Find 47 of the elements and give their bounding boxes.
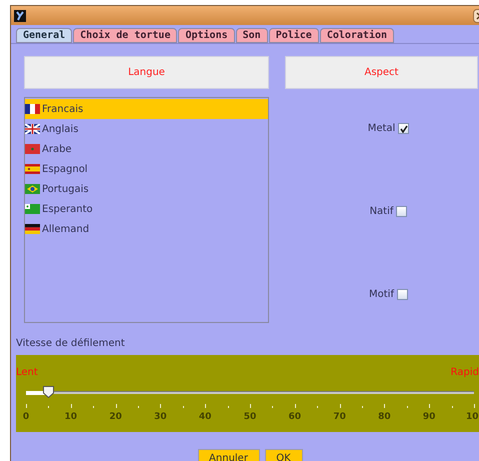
tab[interactable]: Police [268, 28, 319, 43]
tick-label: 90 [422, 411, 436, 424]
flag-icon [25, 204, 40, 214]
tab[interactable]: Options [178, 28, 235, 43]
checkbox[interactable] [396, 206, 408, 217]
speed-label: Vitesse de défilement [16, 337, 125, 351]
min-label: Lent [16, 366, 38, 380]
tick-label: 50 [244, 411, 256, 424]
max-label: Rapid [450, 366, 479, 380]
option-label: Natif [370, 205, 394, 219]
tab[interactable]: Choix de tortue [73, 28, 178, 43]
language-item[interactable]: Allemand [25, 219, 268, 239]
flag-icon [25, 144, 40, 154]
flag-icon [25, 184, 40, 194]
tab[interactable]: Son [236, 28, 268, 43]
app-logo-icon [14, 10, 26, 22]
language-item[interactable]: Francais [25, 99, 268, 119]
tab[interactable]: Coloration [320, 28, 394, 43]
tick-label: 30 [154, 411, 167, 424]
language-item[interactable]: Arabe [25, 139, 268, 159]
tick-label: 80 [378, 411, 391, 424]
tab[interactable]: General [16, 28, 72, 43]
checkbox[interactable] [398, 123, 410, 134]
slider-thumb[interactable] [43, 386, 54, 398]
flag-icon [25, 124, 40, 134]
option-label: Metal [368, 122, 396, 136]
language-item[interactable]: Anglais [25, 119, 268, 139]
language-header: Langue [24, 56, 269, 89]
language-item[interactable]: Portugais [25, 179, 268, 199]
language-item[interactable]: Esperanto [25, 199, 268, 219]
tick-label: 40 [198, 411, 212, 424]
tick-label: 70 [333, 411, 346, 424]
dialog-button[interactable]: Annuler [198, 449, 260, 461]
tick-label: 10 [466, 411, 479, 424]
option-label: Motif [369, 288, 394, 302]
flag-icon [25, 224, 40, 234]
dialog-button[interactable]: OK [264, 449, 302, 461]
flag-icon [25, 104, 40, 114]
tick-label: 20 [109, 411, 122, 424]
tick-label: 60 [288, 411, 302, 424]
tick-label: 0 [22, 411, 30, 424]
check-icon [400, 124, 408, 132]
language-item[interactable]: Espagnol [25, 159, 268, 179]
flag-icon [25, 164, 40, 174]
aspect-header: Aspect [285, 56, 478, 89]
tick-label: 10 [64, 411, 78, 424]
checkbox[interactable] [396, 289, 408, 300]
